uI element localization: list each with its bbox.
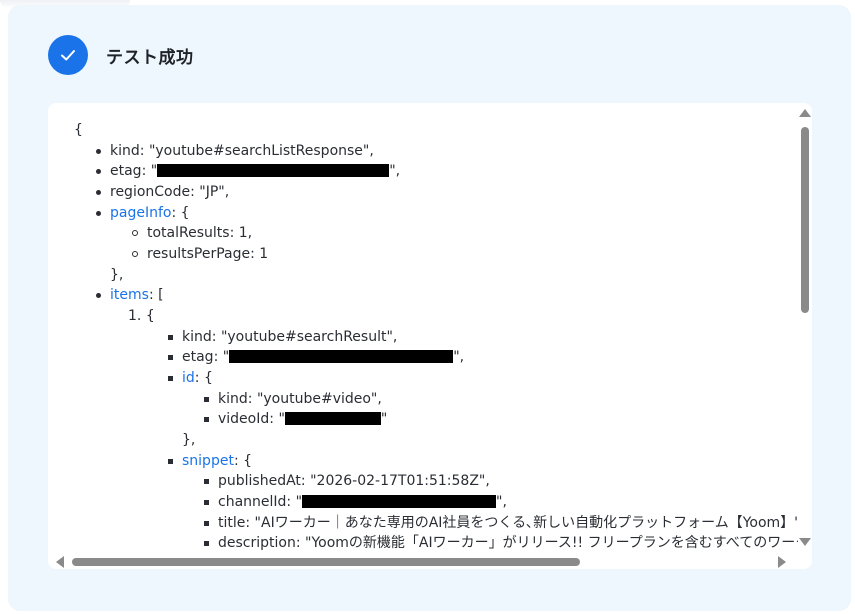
bullet-circle-icon	[132, 230, 138, 236]
json-line-region: regionCode: "JP",	[96, 182, 229, 202]
bullet-square-icon	[204, 478, 209, 484]
bullet-circle-icon	[132, 251, 138, 257]
vertical-scrollbar[interactable]	[798, 103, 812, 555]
bullet-square-icon	[204, 499, 209, 505]
vertical-scroll-thumb[interactable]	[801, 127, 809, 313]
json-close-id: },	[182, 432, 196, 448]
json-line-item-kind: kind: "youtube#searchResult",	[168, 327, 397, 347]
items-toggle[interactable]: items	[110, 287, 149, 303]
redaction-bar	[229, 350, 454, 363]
id-toggle[interactable]: id	[182, 370, 195, 386]
scroll-left-icon[interactable]	[56, 556, 64, 568]
snippet-toggle[interactable]: snippet	[182, 453, 234, 469]
scroll-up-icon[interactable]	[799, 109, 811, 117]
panel-title: テスト成功	[106, 48, 194, 68]
bullet-square-icon	[204, 416, 209, 422]
json-line-pageinfo: pageInfo: {	[96, 203, 190, 223]
bullet-disc-icon	[96, 292, 101, 298]
json-line-item-1: 1. {	[128, 308, 155, 324]
scroll-right-icon[interactable]	[778, 556, 786, 568]
json-line-channel-id: channelId: " ",	[204, 492, 507, 512]
json-open-brace: {	[74, 122, 83, 138]
pageinfo-toggle[interactable]: pageInfo	[110, 205, 171, 221]
result-panel: テスト成功 { kind: "youtube#searchListRespons…	[8, 5, 851, 611]
json-line-total-results: totalResults: 1,	[132, 223, 252, 243]
json-line-description: description: "Yoomの新機能「AIワーカー」がリリース!! フリ…	[204, 533, 798, 553]
bullet-square-icon	[204, 520, 209, 526]
json-close-pageinfo: },	[110, 267, 124, 283]
bullet-square-icon	[168, 375, 173, 381]
redaction-bar	[284, 412, 381, 425]
json-line-id-kind: kind: "youtube#video",	[204, 389, 382, 409]
json-line-id: id: {	[168, 368, 213, 388]
horizontal-scroll-thumb[interactable]	[72, 558, 580, 566]
bullet-disc-icon	[96, 168, 101, 174]
json-line-published-at: publishedAt: "2026-02-17T01:51:58Z",	[204, 471, 490, 491]
horizontal-scrollbar[interactable]	[48, 555, 798, 569]
success-badge	[48, 35, 88, 75]
bullet-square-icon	[204, 396, 209, 402]
bullet-square-icon	[168, 334, 173, 340]
bullet-disc-icon	[96, 148, 101, 154]
json-content: { kind: "youtube#searchListResponse", et…	[48, 103, 798, 555]
bullet-square-icon	[168, 354, 173, 360]
json-line-snippet: snippet: {	[168, 451, 252, 471]
json-line-title: title: "AIワーカー｜あなた専用のAI社員をつくる､新しい自動化プラット…	[204, 513, 798, 533]
redaction-bar	[302, 495, 497, 508]
check-icon	[61, 50, 75, 61]
bullet-disc-icon	[96, 189, 101, 195]
json-line-item-etag: etag: " ",	[168, 347, 464, 367]
json-line-kind: kind: "youtube#searchListResponse",	[96, 141, 374, 161]
json-line-etag: etag: " ",	[96, 161, 400, 181]
bullet-disc-icon	[96, 210, 101, 216]
redaction-bar	[157, 164, 390, 177]
bullet-square-icon	[204, 540, 209, 546]
scroll-down-icon[interactable]	[799, 538, 811, 546]
json-line-items: items: [	[96, 285, 164, 305]
json-line-video-id: videoId: " "	[204, 409, 387, 429]
json-viewer[interactable]: { kind: "youtube#searchListResponse", et…	[48, 103, 812, 569]
json-line-results-per-page: resultsPerPage: 1	[132, 244, 268, 264]
bullet-square-icon	[168, 458, 173, 464]
